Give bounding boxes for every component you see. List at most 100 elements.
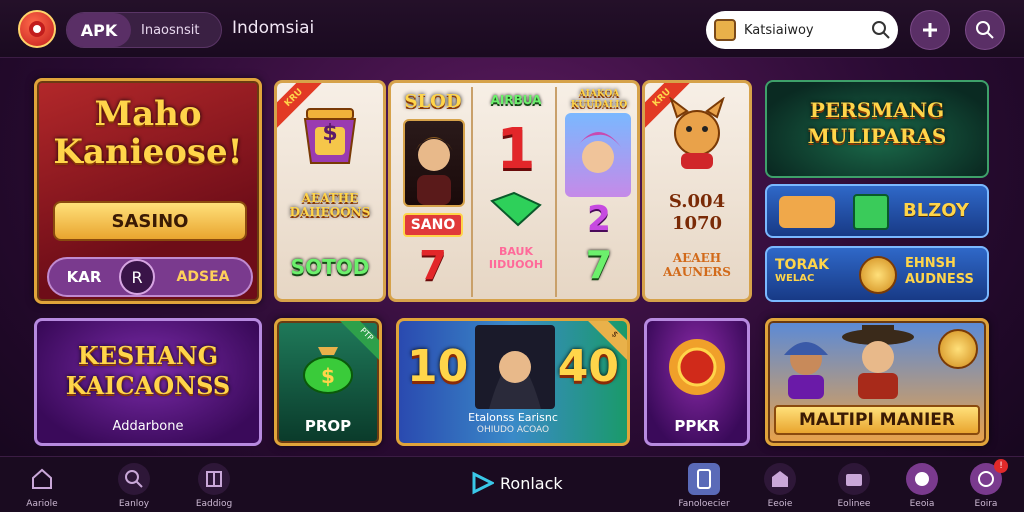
nav-label: Eaddiog	[195, 499, 233, 509]
bonus-panel-2-right-2: AUDNESS	[905, 272, 974, 287]
bonus-panel-2-left-2: WELAC	[775, 273, 815, 284]
search-icon[interactable]	[864, 13, 898, 47]
promo-title: Maho Kanieose!	[43, 95, 253, 171]
feature-left-number: 10	[407, 341, 469, 392]
strip1-bonus-text: AEATHE DAIIEOONS	[289, 191, 371, 219]
multiplier-banner[interactable]: MALTIPI MANIER	[765, 318, 989, 446]
nav-item-store[interactable]: Eeoie	[750, 463, 810, 509]
slot-strip-5[interactable]: KRU S.004 1070 AEAEH AAUNERS	[642, 80, 752, 302]
multipliers-title-2: MULIPARAS	[807, 124, 947, 148]
kc-title-1: KESHANG	[77, 341, 219, 370]
plus-icon	[923, 23, 937, 37]
reel-4: AIAKOA KUUDALIO 2 7	[561, 87, 637, 297]
nav-label: Eoira	[974, 499, 998, 509]
brand-label: Ronlack	[500, 473, 563, 493]
search-box[interactable]: Katsiaiwoy	[706, 11, 898, 49]
center-brand[interactable]: Ronlack	[470, 471, 563, 495]
grid-icon	[198, 463, 230, 495]
multipliers-title-1: PERSMANG	[809, 98, 945, 122]
nav-item-chat[interactable]: Eeoia	[892, 463, 952, 509]
coin-icon	[859, 256, 897, 294]
slot-reels[interactable]: SLOD SANO 7 AIRBUA 1 BAUK IIDUOOH AIAKOA…	[388, 80, 640, 302]
nav-label: Eeoia	[909, 499, 935, 509]
pokr-card[interactable]: PPKR	[644, 318, 750, 446]
play-logo-icon	[472, 471, 494, 495]
character-portrait	[403, 119, 465, 207]
money-bag-icon: $	[277, 337, 379, 397]
feature-text-1: Etalonss Earisnc	[468, 411, 558, 424]
card-icon	[853, 194, 889, 230]
hooded-character	[475, 325, 555, 409]
bonus-panel-1[interactable]: BLZOY	[765, 184, 989, 238]
nav-label: Eeoie	[767, 499, 793, 509]
svg-text:$: $	[321, 364, 335, 388]
emerald-icon	[477, 189, 555, 229]
kc-subtitle: Addarbone	[112, 419, 184, 434]
apk-language-pill[interactable]: APK Inaosnsit	[66, 12, 222, 48]
feature-right-number: 40	[557, 341, 619, 392]
nav-label: Fanoloecier	[678, 499, 730, 509]
promo-row-right: ADSEA	[176, 269, 230, 285]
reel2-top: SLOD	[404, 91, 462, 112]
feature-card[interactable]: $ 10 40 Etalonss Earisnc OHIUDO ACOAO	[396, 318, 630, 446]
reel-3: AIRBUA 1 BAUK IIDUOOH	[477, 87, 557, 297]
top-bar: APK Inaosnsit Indomsiai Katsiaiwoy	[0, 0, 1024, 58]
reel2-seven: 7	[419, 243, 447, 289]
reel4-symbol: 7	[585, 243, 613, 287]
search-button[interactable]	[965, 10, 1005, 50]
reel3-one: 1	[496, 117, 536, 182]
promo-cta-button[interactable]: SASINO	[53, 201, 247, 241]
nav-item-search[interactable]: Eanloy	[104, 463, 164, 509]
reel3-bonus: BAUK IIDUOOH	[488, 245, 544, 271]
bonus-panel-2-left-1: TORAK	[775, 257, 829, 273]
prop-card[interactable]: PTP $ PROP	[274, 318, 382, 446]
nav-label: Eolinee	[837, 499, 871, 509]
kc-banner[interactable]: KESHANG KAICAONSS Addarbone	[34, 318, 262, 446]
add-button[interactable]	[910, 10, 950, 50]
nav-item-profile[interactable]: ! Eoira	[956, 459, 1016, 509]
promo-banner[interactable]: Maho Kanieose! SASINO KAR R ADSEA	[34, 78, 262, 304]
reel4-top: AIAKOA KUUDALIO	[570, 89, 628, 110]
phone-icon	[688, 463, 720, 495]
strip5-text: AEAEH AAUNERS	[663, 251, 731, 279]
nav-item-grid[interactable]: Eaddiog	[184, 463, 244, 509]
reel-2: SLOD SANO 7	[395, 87, 473, 297]
app-logo[interactable]	[18, 10, 56, 48]
strip1-label: SOTOD	[290, 255, 370, 279]
region-label: Indomsiai	[232, 18, 315, 38]
search-input[interactable]: Katsiaiwoy	[744, 23, 864, 38]
sun-badge-icon	[647, 335, 747, 399]
chat-icon	[906, 463, 938, 495]
apk-label[interactable]: APK	[67, 13, 131, 47]
multiplier-label: MALTIPI MANIER	[774, 405, 980, 435]
slot-strip-1[interactable]: KRU $ AEATHE DAIIEOONS SOTOD	[274, 80, 386, 302]
nav-label: Aariole	[26, 499, 58, 509]
nav-item-home[interactable]: Aariole	[12, 463, 72, 509]
store-icon	[764, 463, 796, 495]
wallet-icon	[838, 463, 870, 495]
promo-title-line-2: Kanieose!	[53, 132, 243, 172]
nav-item-phone[interactable]: Fanoloecier	[674, 463, 734, 509]
character-left	[776, 329, 836, 399]
promo-action-row[interactable]: KAR R ADSEA	[47, 257, 253, 297]
home-icon	[26, 463, 58, 495]
bag-icon	[714, 19, 736, 41]
promo-title-line-1: Maho	[94, 94, 202, 134]
bonus-panel-2-right-1: EHNSH	[905, 256, 956, 271]
reel4-number: 2	[587, 199, 611, 239]
language-label[interactable]: Inaosnsit	[131, 23, 200, 38]
notification-badge: !	[994, 459, 1008, 473]
character-right	[838, 323, 918, 399]
nav-item-wallet[interactable]: Eolinee	[824, 463, 884, 509]
multipliers-panel[interactable]: PERSMANG MULIPARAS	[765, 80, 989, 178]
prop-label: PROP	[304, 417, 352, 435]
reel3-top: AIRBUA	[490, 93, 542, 107]
promo-row-icon[interactable]: R	[119, 259, 155, 295]
profile-icon: !	[970, 459, 1008, 495]
bonus-panel-1-text: BLZOY	[903, 200, 969, 221]
strip1-symbol: $	[322, 120, 338, 146]
mascot-icon	[645, 95, 749, 175]
kc-title-2: KAICAONSS	[65, 371, 231, 400]
bonus-panel-2[interactable]: TORAK WELAC EHNSH AUDNESS	[765, 246, 989, 302]
nav-label: Eanloy	[118, 499, 150, 509]
